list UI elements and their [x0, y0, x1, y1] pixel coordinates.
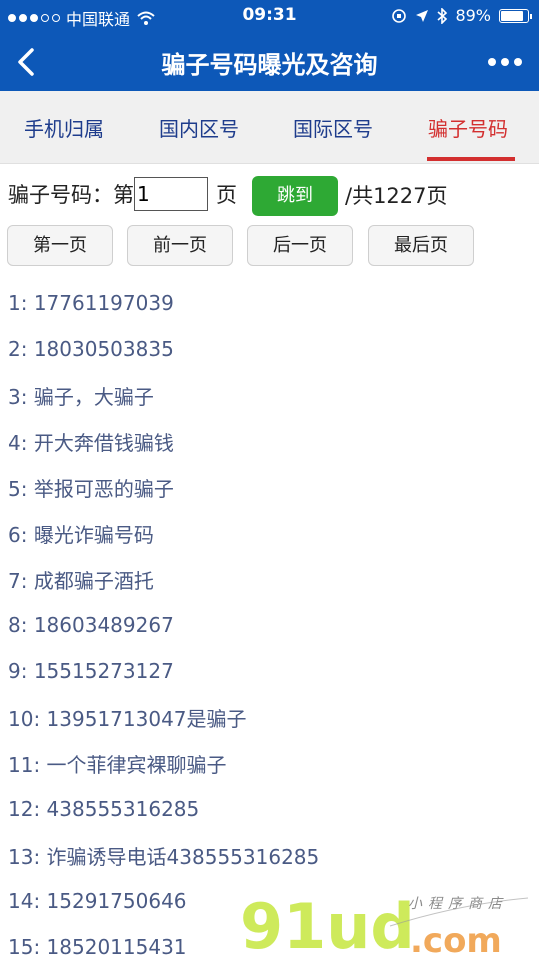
- bluetooth-icon: [437, 7, 448, 24]
- page-title: 骗子号码曝光及咨询: [161, 51, 378, 79]
- svg-text:91ud: 91ud: [240, 890, 415, 958]
- page-label: 骗子号码：第: [8, 183, 134, 207]
- next-page-button[interactable]: 后一页: [247, 225, 353, 266]
- list-item[interactable]: 5: 举报可恶的骗子: [8, 464, 528, 510]
- list-item[interactable]: 10: 13951713047是骗子: [8, 694, 528, 740]
- battery-percent: 89%: [455, 6, 491, 25]
- list-item[interactable]: 1: 17761197039: [8, 280, 528, 326]
- tab-scam-numbers[interactable]: 骗子号码: [428, 113, 508, 142]
- total-pages: /共1227页: [345, 184, 448, 208]
- list-item[interactable]: 13: 诈骗诱导电话438555316285: [8, 832, 528, 878]
- list-item[interactable]: 7: 成都骗子酒托: [8, 556, 528, 602]
- jump-button[interactable]: 跳到: [252, 176, 338, 216]
- list-item[interactable]: 4: 开大奔借钱骗钱: [8, 418, 528, 464]
- list-item[interactable]: 11: 一个菲律宾裸聊骗子: [8, 740, 528, 786]
- page-unit-label: 页: [216, 183, 237, 207]
- status-right: 89%: [391, 6, 532, 25]
- list-item[interactable]: 9: 15515273127: [8, 648, 528, 694]
- status-bar: 中国联通 09:31 89%: [0, 0, 539, 32]
- list-item[interactable]: 8: 18603489267: [8, 602, 528, 648]
- svg-text:小程序商店: 小程序商店: [408, 896, 508, 912]
- watermark-logo: 91ud .com 小程序商店: [240, 890, 529, 958]
- orientation-lock-icon: [392, 8, 407, 23]
- scam-number-list: 1: 17761197039 2: 18030503835 3: 骗子，大骗子 …: [8, 280, 528, 960]
- tab-phone-location[interactable]: 手机归属: [24, 113, 104, 142]
- list-item[interactable]: 2: 18030503835: [8, 326, 528, 372]
- tab-international-area-code[interactable]: 国际区号: [293, 113, 373, 142]
- first-page-button[interactable]: 第一页: [7, 225, 113, 266]
- list-item[interactable]: 6: 曝光诈骗号码: [8, 510, 528, 556]
- navigation-bar: 骗子号码曝光及咨询: [0, 32, 539, 91]
- last-page-button[interactable]: 最后页: [368, 225, 474, 266]
- svg-text:.com: .com: [410, 921, 502, 958]
- previous-page-button[interactable]: 前一页: [127, 225, 233, 266]
- tab-bar: 手机归属 国内区号 国际区号 骗子号码: [0, 91, 539, 164]
- page-jump-row: 骗子号码：第 页: [8, 176, 237, 212]
- location-arrow-icon: [416, 9, 429, 22]
- tab-domestic-area-code[interactable]: 国内区号: [159, 113, 239, 142]
- list-item[interactable]: 3: 骗子，大骗子: [8, 372, 528, 418]
- active-tab-indicator: [427, 157, 515, 161]
- page-number-input[interactable]: [134, 177, 208, 211]
- battery-icon: [499, 8, 532, 23]
- more-options-icon[interactable]: [485, 50, 525, 74]
- list-item[interactable]: 12: 438555316285: [8, 786, 528, 832]
- back-arrow-icon[interactable]: [10, 42, 46, 82]
